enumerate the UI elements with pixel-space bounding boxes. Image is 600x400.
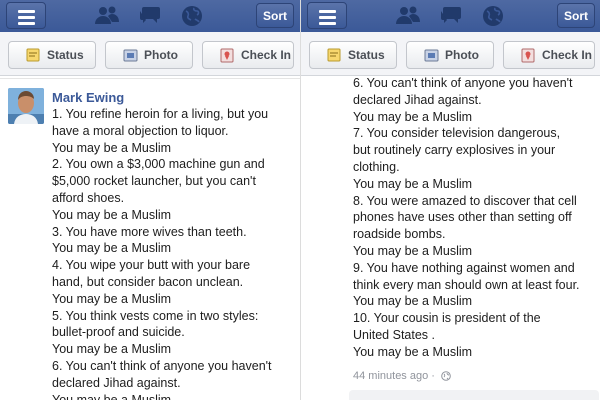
- profile-photo: [8, 88, 44, 124]
- post-line: You may be a Muslim: [353, 344, 473, 359]
- top-navigation-bar: Sort: [301, 0, 600, 32]
- status-button-label: Status: [348, 48, 385, 62]
- composer-action-bar: Status Photo Check In: [0, 32, 300, 76]
- check-in-button-label: Check In: [542, 48, 593, 62]
- post-line: United States .: [353, 327, 435, 342]
- post-line: You may be a Muslim: [52, 392, 172, 400]
- post-line: You may be a Muslim: [52, 207, 172, 222]
- post-line: You may be a Muslim: [353, 294, 473, 309]
- hamburger-icon: [319, 10, 336, 28]
- messages-icon[interactable]: [439, 5, 463, 25]
- post-line: 5. You think vests come in two styles:: [52, 308, 259, 323]
- post-line: $5,000 rocket launcher, but you can't: [52, 174, 256, 189]
- notifications-globe-icon[interactable]: [482, 5, 504, 27]
- status-pencil-icon: [327, 48, 341, 62]
- photo-icon: [424, 49, 439, 62]
- notifications-globe-icon[interactable]: [181, 5, 203, 27]
- photo-button-label: Photo: [144, 48, 178, 62]
- post-line: 6. You can't think of anyone you haven't: [52, 358, 272, 373]
- friend-requests-icon[interactable]: [94, 5, 120, 25]
- post-line: roadside bombs.: [353, 227, 446, 242]
- post-line: have a moral objection to liquor.: [52, 123, 229, 138]
- post-meta: 44 minutes ago ·: [353, 370, 451, 382]
- menu-button[interactable]: [6, 2, 46, 29]
- avatar[interactable]: [8, 88, 44, 124]
- friend-requests-icon[interactable]: [395, 5, 421, 25]
- post-line: think every man should own at least four…: [353, 277, 580, 292]
- hamburger-icon: [18, 10, 35, 28]
- photo-button-label: Photo: [445, 48, 479, 62]
- post-line: afford shoes.: [52, 190, 125, 205]
- post-line: You may be a Muslim: [353, 243, 473, 258]
- post-line: 8. You were amazed to discover that cell: [353, 193, 577, 208]
- location-pin-icon: [521, 48, 535, 63]
- post-line: You may be a Muslim: [52, 342, 172, 357]
- messages-icon[interactable]: [138, 5, 162, 25]
- status-pencil-icon: [26, 48, 40, 62]
- post-line: hand, but consider bacon unclean.: [52, 274, 244, 289]
- post-line: You may be a Muslim: [52, 140, 172, 155]
- status-button-label: Status: [47, 48, 84, 62]
- status-button[interactable]: Status: [8, 41, 96, 69]
- left-screen: Sort Status Photo Check In Mark Ewing 1.…: [0, 0, 300, 400]
- post-line: but routinely carry explosives in your: [353, 143, 556, 158]
- top-navigation-bar: Sort: [0, 0, 300, 32]
- check-in-button-label: Check In: [241, 48, 292, 62]
- post-line: 6. You can't think of anyone you haven't: [353, 76, 573, 90]
- composer-action-bar: Status Photo Check In: [301, 32, 600, 76]
- post-line: bullet-proof and suicide.: [52, 325, 185, 340]
- location-pin-icon: [220, 48, 234, 63]
- post-line: phones have uses other than setting off: [353, 210, 572, 225]
- post-line: You may be a Muslim: [52, 241, 172, 256]
- menu-button[interactable]: [307, 2, 347, 29]
- post-line: 2. You own a $3,000 machine gun and: [52, 157, 265, 172]
- feed-divider: [0, 78, 300, 79]
- post-line: declared Jihad against.: [353, 92, 482, 107]
- post-line: declared Jihad against.: [52, 375, 181, 390]
- check-in-button[interactable]: Check In: [202, 41, 294, 69]
- post-line: clothing.: [353, 159, 400, 174]
- photo-button[interactable]: Photo: [105, 41, 193, 69]
- post-line: 1. You refine heroin for a living, but y…: [52, 107, 269, 121]
- meta-separator: ·: [431, 370, 435, 382]
- sort-button[interactable]: Sort: [557, 3, 595, 28]
- photo-button[interactable]: Photo: [406, 41, 494, 69]
- post-timestamp[interactable]: 44 minutes ago: [353, 370, 428, 382]
- post-line: 10. Your cousin is president of the: [353, 311, 541, 326]
- photo-icon: [123, 49, 138, 62]
- post-line: 7. You consider television dangerous,: [353, 126, 561, 141]
- post-line: 9. You have nothing against women and: [353, 260, 575, 275]
- post-author-name[interactable]: Mark Ewing: [52, 90, 124, 105]
- post-line: 3. You have more wives than teeth.: [52, 224, 247, 239]
- comment-area[interactable]: [349, 390, 599, 400]
- post-text: 1. You refine heroin for a living, but y…: [52, 106, 296, 400]
- check-in-button[interactable]: Check In: [503, 41, 595, 69]
- status-button[interactable]: Status: [309, 41, 397, 69]
- post-line: You may be a Muslim: [353, 109, 473, 124]
- post-text: 6. You can't think of anyone you haven't…: [353, 75, 597, 361]
- right-screen: Sort Status Photo Check In 6. You can't …: [300, 0, 600, 400]
- post-line: 4. You wipe your butt with your bare: [52, 258, 251, 273]
- post-line: You may be a Muslim: [353, 176, 473, 191]
- privacy-globe-icon: [441, 371, 451, 381]
- sort-button[interactable]: Sort: [256, 3, 294, 28]
- post-line: You may be a Muslim: [52, 291, 172, 306]
